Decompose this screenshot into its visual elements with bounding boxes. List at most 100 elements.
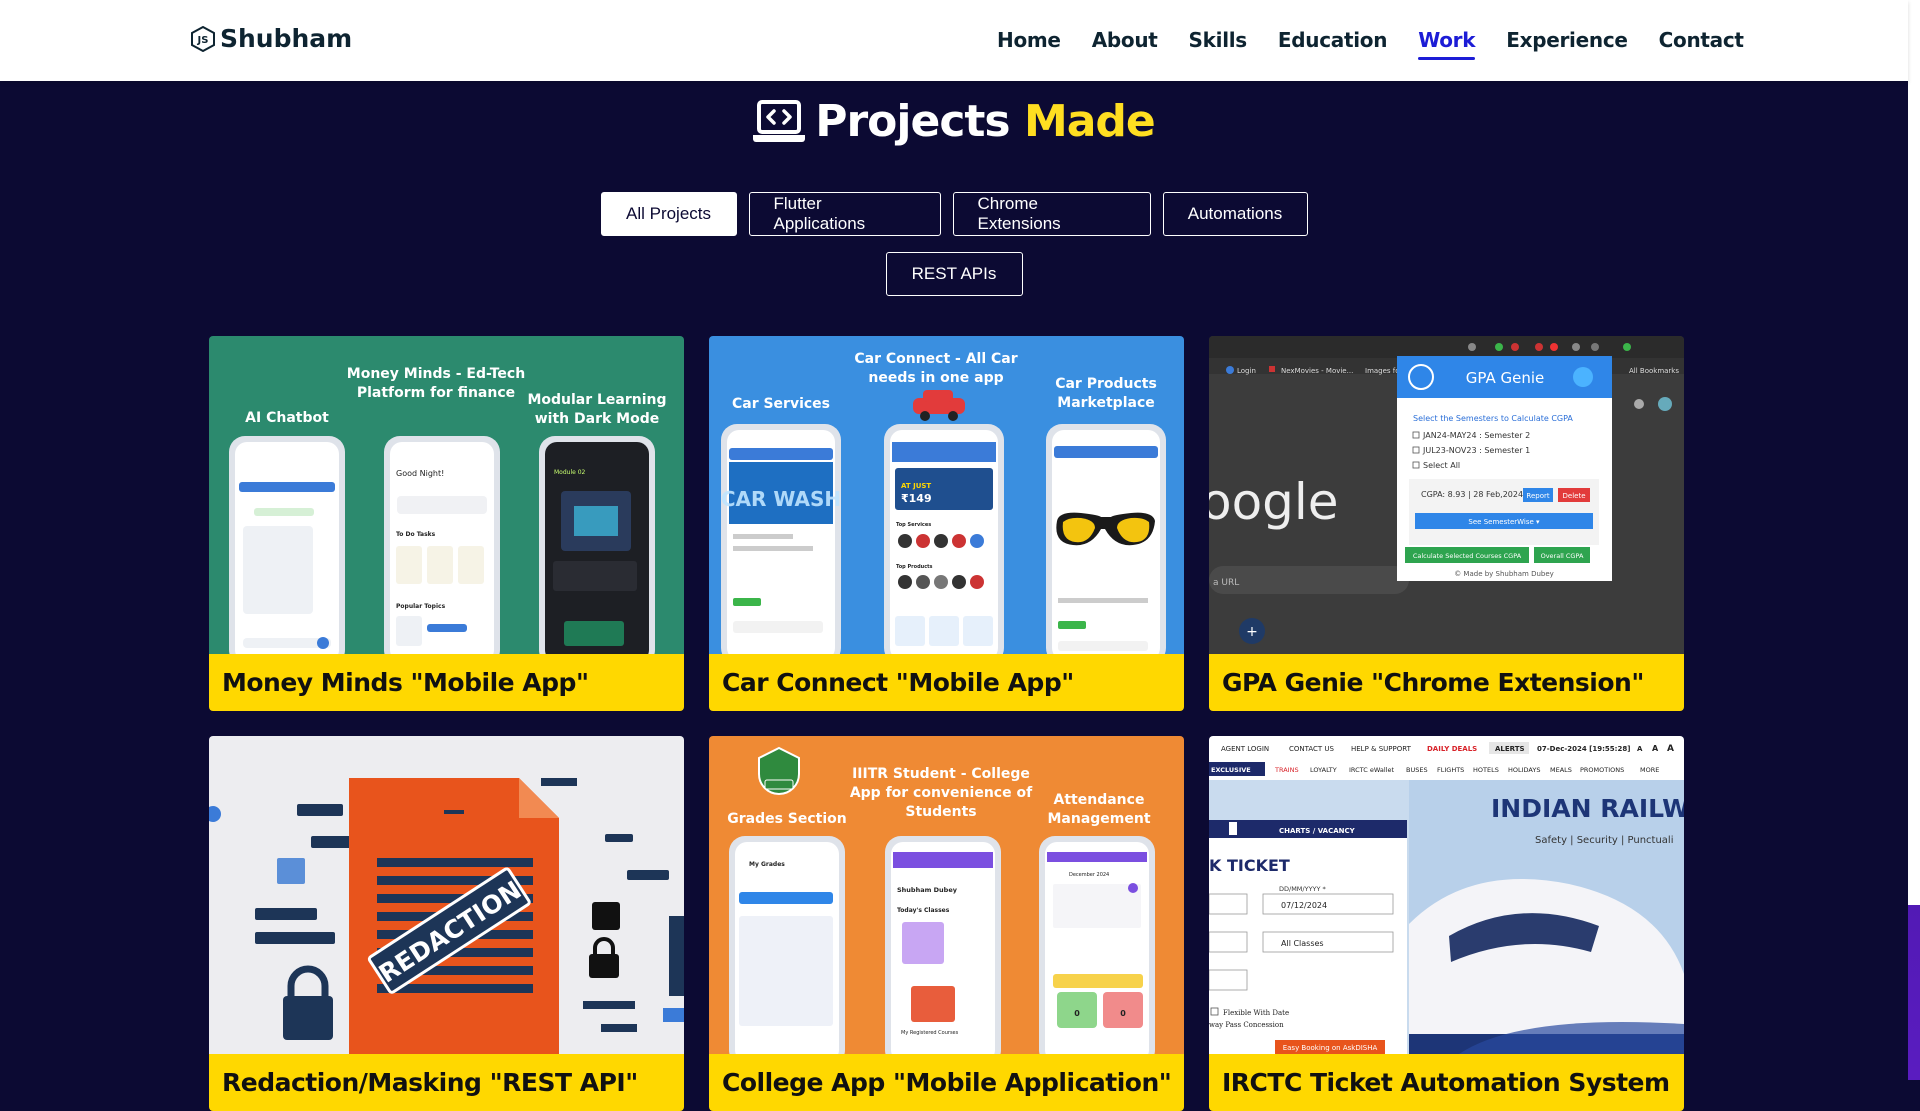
banner-title: INDIAN RAILW <box>1491 794 1684 823</box>
svg-text:Top Services: Top Services <box>896 522 931 528</box>
svg-text:HELP & SUPPORT: HELP & SUPPORT <box>1351 745 1412 753</box>
svg-text:CAR WASH: CAR WASH <box>721 487 841 511</box>
project-title: Money Minds "Mobile App" <box>222 668 589 697</box>
project-image: Car Connect - All Car needs in one app C… <box>709 336 1184 654</box>
page-title: Projects Made <box>815 96 1156 147</box>
project-image: IIITR Student - College App for convenie… <box>709 736 1184 1054</box>
caption-ai-chatbot: AI Chatbot <box>245 410 329 426</box>
filter-rest-apis[interactable]: REST APIs <box>885 252 1023 296</box>
askdisha-button: Easy Booking on AskDISHA <box>1283 1044 1378 1052</box>
popup-prompt: Select the Semesters to Calculate CGPA <box>1413 414 1573 423</box>
svg-text:App for convenience of: App for convenience of <box>850 785 1033 801</box>
svg-text:DAILY DEALS: DAILY DEALS <box>1427 745 1477 753</box>
date-field: 07/12/2024 <box>1281 901 1327 910</box>
svg-text:Grades Section: Grades Section <box>727 811 847 827</box>
search-hint: a URL <box>1213 578 1239 588</box>
svg-text:Car Products: Car Products <box>1055 376 1157 392</box>
brand-logo[interactable]: JS Shubham <box>190 24 352 53</box>
svg-text:IIITR Student - College: IIITR Student - College <box>852 766 1030 782</box>
svg-text:A: A <box>1667 744 1674 754</box>
project-card[interactable]: Login NexMovies - Movie... Images fo All… <box>1209 336 1684 711</box>
project-image: AGENT LOGIN CONTACT US HELP & SUPPORT DA… <box>1209 736 1684 1054</box>
laptop-code-icon <box>753 99 806 142</box>
phone-text: December 2024 <box>1069 872 1109 878</box>
project-image: REDACTION <box>209 736 684 1054</box>
section-heading: Projects Made <box>0 96 1908 147</box>
filter-automations[interactable]: Automations <box>1162 192 1308 236</box>
select-all-option: Select All <box>1423 461 1460 470</box>
svg-text:+: + <box>1246 624 1258 640</box>
svg-text:HOTELS: HOTELS <box>1473 766 1499 774</box>
title-part-1: Projects <box>815 96 1010 147</box>
project-card[interactable]: AGENT LOGIN CONTACT US HELP & SUPPORT DA… <box>1209 736 1684 1111</box>
project-title: GPA Genie "Chrome Extension" <box>1222 668 1644 697</box>
project-title-bar: College App "Mobile Application" <box>709 1054 1184 1111</box>
phone-text: Shubham Dubey <box>897 886 958 894</box>
nav-home[interactable]: Home <box>997 28 1061 60</box>
svg-text:Students: Students <box>905 804 976 820</box>
project-title-bar: IRCTC Ticket Automation System <box>1209 1054 1684 1111</box>
project-title: Redaction/Masking "REST API" <box>222 1068 638 1097</box>
project-title: IRCTC Ticket Automation System <box>1222 1068 1670 1097</box>
project-card[interactable]: IIITR Student - College App for convenie… <box>709 736 1184 1111</box>
svg-text:0: 0 <box>1120 1009 1126 1018</box>
svg-text:with Dark Mode: with Dark Mode <box>535 411 660 427</box>
svg-text:Management: Management <box>1047 811 1150 827</box>
nav-about[interactable]: About <box>1092 28 1158 60</box>
flexible-date-checkbox: Flexible With Date <box>1223 1009 1289 1017</box>
svg-text:EXCLUSIVE: EXCLUSIVE <box>1211 766 1251 774</box>
svg-text:0: 0 <box>1074 1009 1080 1018</box>
nav-education[interactable]: Education <box>1278 28 1388 60</box>
svg-text:BUSES: BUSES <box>1406 766 1428 774</box>
svg-text:MEALS: MEALS <box>1550 766 1572 774</box>
project-image: Money Minds - Ed-Tech Platform for finan… <box>209 336 684 654</box>
filter-bar-row-2: REST APIs <box>0 252 1908 296</box>
project-title: Car Connect "Mobile App" <box>722 668 1074 697</box>
svg-text:Marketplace: Marketplace <box>1057 395 1154 411</box>
svg-text:Attendance: Attendance <box>1054 792 1145 808</box>
project-title-bar: Redaction/Masking "REST API" <box>209 1054 684 1111</box>
page-scrollbar[interactable] <box>1908 0 1920 1080</box>
svg-text:Popular Topics: Popular Topics <box>396 603 446 610</box>
svg-text:AGENT LOGIN: AGENT LOGIN <box>1221 745 1269 753</box>
svg-text:CONTACT US: CONTACT US <box>1289 745 1335 753</box>
svg-text:Car Connect - All Car: Car Connect - All Car <box>854 351 1017 367</box>
svg-text:Modular Learning: Modular Learning <box>527 392 666 408</box>
project-card[interactable]: REDACTION Redaction/Masking "REST API" <box>209 736 684 1111</box>
popup-title: GPA Genie <box>1466 369 1545 387</box>
phone-text: My Registered Courses <box>901 1030 959 1036</box>
svg-text:Module 02: Module 02 <box>554 469 586 476</box>
filter-all-projects[interactable]: All Projects <box>600 192 737 236</box>
svg-text:₹149: ₹149 <box>901 492 932 505</box>
bookmark-login: Login <box>1237 367 1256 375</box>
nav-experience[interactable]: Experience <box>1506 28 1628 60</box>
svg-text:JS: JS <box>197 35 209 46</box>
project-card[interactable]: Money Minds - Ed-Tech Platform for finan… <box>209 336 684 711</box>
phone-text: My Grades <box>749 861 785 868</box>
navbar: JS Shubham Home About Skills Education W… <box>0 0 1908 81</box>
project-title-bar: GPA Genie "Chrome Extension" <box>1209 654 1684 711</box>
project-card[interactable]: Car Connect - All Car needs in one app C… <box>709 336 1184 711</box>
bookmark-all: All Bookmarks <box>1629 367 1679 375</box>
svg-text:A: A <box>1637 745 1643 753</box>
bookmark-nexmovies: NexMovies - Movie... <box>1281 367 1353 375</box>
filter-flutter-applications[interactable]: Flutter Applications <box>748 192 941 236</box>
date-label: DD/MM/YYYY * <box>1279 885 1327 893</box>
js-hexagon-icon: JS <box>191 25 215 52</box>
nav-contact[interactable]: Contact <box>1659 28 1744 60</box>
filter-bar: All Projects Flutter Applications Chrome… <box>0 192 1908 236</box>
svg-text:PROMOTIONS: PROMOTIONS <box>1580 766 1624 774</box>
svg-text:Platform for finance: Platform for finance <box>357 385 515 401</box>
delete-button: Delete <box>1563 492 1586 500</box>
filter-chrome-extensions[interactable]: Chrome Extensions <box>952 192 1151 236</box>
calculate-selected-button: Calculate Selected Courses CGPA <box>1413 552 1522 560</box>
svg-text:TRAINS: TRAINS <box>1274 766 1299 774</box>
project-image: Login NexMovies - Movie... Images fo All… <box>1209 336 1684 654</box>
nav-work[interactable]: Work <box>1418 28 1476 60</box>
svg-text:FLIGHTS: FLIGHTS <box>1437 766 1464 774</box>
nav-skills[interactable]: Skills <box>1189 28 1248 60</box>
class-select: All Classes <box>1281 939 1324 948</box>
project-title: College App "Mobile Application" <box>722 1068 1172 1097</box>
scrollbar-thumb[interactable] <box>1908 0 1920 905</box>
main-nav: Home About Skills Education Work Experie… <box>997 28 1775 60</box>
